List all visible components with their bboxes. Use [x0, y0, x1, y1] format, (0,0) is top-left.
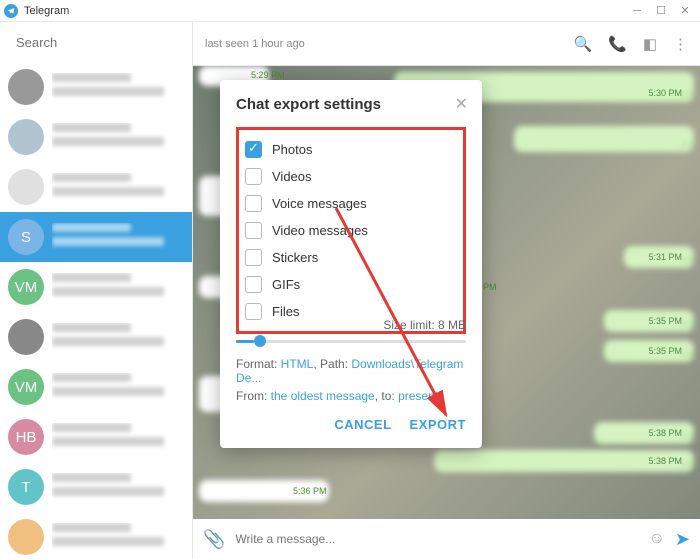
search-input[interactable]: [16, 35, 192, 50]
message-time: 5:35 PM: [648, 316, 682, 326]
message-time: 5:30 PM: [648, 88, 682, 98]
chat-item[interactable]: [0, 112, 192, 162]
call-icon[interactable]: 📞: [608, 35, 627, 53]
chat-item-selected[interactable]: S: [0, 212, 192, 262]
message-out[interactable]: [514, 126, 694, 152]
search-icon[interactable]: 🔍: [573, 35, 592, 53]
checkbox-icon: [245, 276, 262, 293]
message-composer: 📎 ☺ ➤: [193, 519, 700, 559]
cancel-button[interactable]: CANCEL: [334, 417, 391, 432]
telegram-icon: [4, 4, 18, 18]
format-path-line: Format: HTML, Path: Downloads\Telegram D…: [236, 357, 466, 385]
checkbox-label: Photos: [272, 142, 312, 157]
checkbox-icon: [245, 303, 262, 320]
maximize-button[interactable]: ☐: [656, 6, 666, 16]
from-to-line: From: the oldest message, to: present: [236, 389, 466, 403]
size-slider[interactable]: [236, 340, 466, 343]
checkbox-label: Voice messages: [272, 196, 367, 211]
checkbox-gifs[interactable]: GIFs: [245, 271, 457, 298]
close-icon[interactable]: ✕: [455, 94, 468, 114]
checkbox-videomsg[interactable]: Video messages: [245, 217, 457, 244]
to-link[interactable]: present: [398, 389, 438, 403]
message-time: 5:29 PM: [251, 70, 285, 80]
minimize-button[interactable]: ─: [632, 6, 642, 16]
checkbox-icon: [245, 168, 262, 185]
chat-item[interactable]: [0, 312, 192, 362]
dialog-title: Chat export settings: [236, 96, 466, 113]
message-time: 5:38 PM: [648, 456, 682, 466]
annotation-highlight: Photos Videos Voice messages Video messa…: [236, 127, 466, 334]
chat-item[interactable]: VM: [0, 262, 192, 312]
send-button[interactable]: ➤: [675, 529, 690, 550]
emoji-icon[interactable]: ☺: [649, 530, 665, 548]
export-settings-dialog: Chat export settings ✕ Photos Videos Voi…: [220, 80, 482, 448]
checkbox-videos[interactable]: Videos: [245, 163, 457, 190]
avatar: VM: [8, 369, 44, 405]
last-seen-status: last seen 1 hour ago: [205, 38, 305, 50]
close-window-button[interactable]: ✕: [680, 6, 690, 16]
sidepanel-icon[interactable]: ◧: [643, 35, 657, 53]
chat-header: last seen 1 hour ago 🔍 📞 ◧ ⋮: [193, 22, 700, 66]
checkbox-icon: [245, 249, 262, 266]
checkbox-voice[interactable]: Voice messages: [245, 190, 457, 217]
checkbox-icon: [245, 195, 262, 212]
message-time: 5:38 PM: [648, 428, 682, 438]
window-title: Telegram: [24, 5, 69, 17]
checkbox-label: Videos: [272, 169, 312, 184]
checkbox-stickers[interactable]: Stickers: [245, 244, 457, 271]
chat-item[interactable]: [0, 512, 192, 559]
avatar: HB: [8, 419, 44, 455]
checkbox-label: Video messages: [272, 223, 368, 238]
message-time: 5:31 PM: [648, 252, 682, 262]
chat-item[interactable]: [0, 62, 192, 112]
checkbox-label: Stickers: [272, 250, 318, 265]
chat-item[interactable]: VM: [0, 362, 192, 412]
attach-icon[interactable]: 📎: [203, 529, 225, 550]
checkbox-label: Files: [272, 304, 299, 319]
size-limit-label: Size limit: 8 MB: [236, 318, 466, 332]
chat-item[interactable]: [0, 162, 192, 212]
message-time: 5:36 PM: [293, 486, 327, 496]
chat-item[interactable]: T: [0, 462, 192, 512]
window-titlebar: Telegram ─ ☐ ✕: [0, 0, 700, 22]
message-input[interactable]: [235, 532, 638, 546]
checkbox-photos[interactable]: Photos: [245, 136, 457, 163]
export-button[interactable]: EXPORT: [410, 417, 466, 432]
avatar: T: [8, 469, 44, 505]
checkbox-icon: [245, 222, 262, 239]
format-link[interactable]: HTML: [281, 357, 314, 371]
checkbox-icon: [245, 141, 262, 158]
checkbox-label: GIFs: [272, 277, 300, 292]
chat-list: S VM VM HB T: [0, 62, 192, 559]
avatar: VM: [8, 269, 44, 305]
more-icon[interactable]: ⋮: [673, 35, 688, 53]
from-link[interactable]: the oldest message: [271, 389, 375, 403]
message-time: 5:35 PM: [648, 346, 682, 356]
avatar: S: [8, 219, 44, 255]
sidebar: 🔒 S VM VM HB T: [0, 22, 193, 559]
chat-item[interactable]: HB: [0, 412, 192, 462]
